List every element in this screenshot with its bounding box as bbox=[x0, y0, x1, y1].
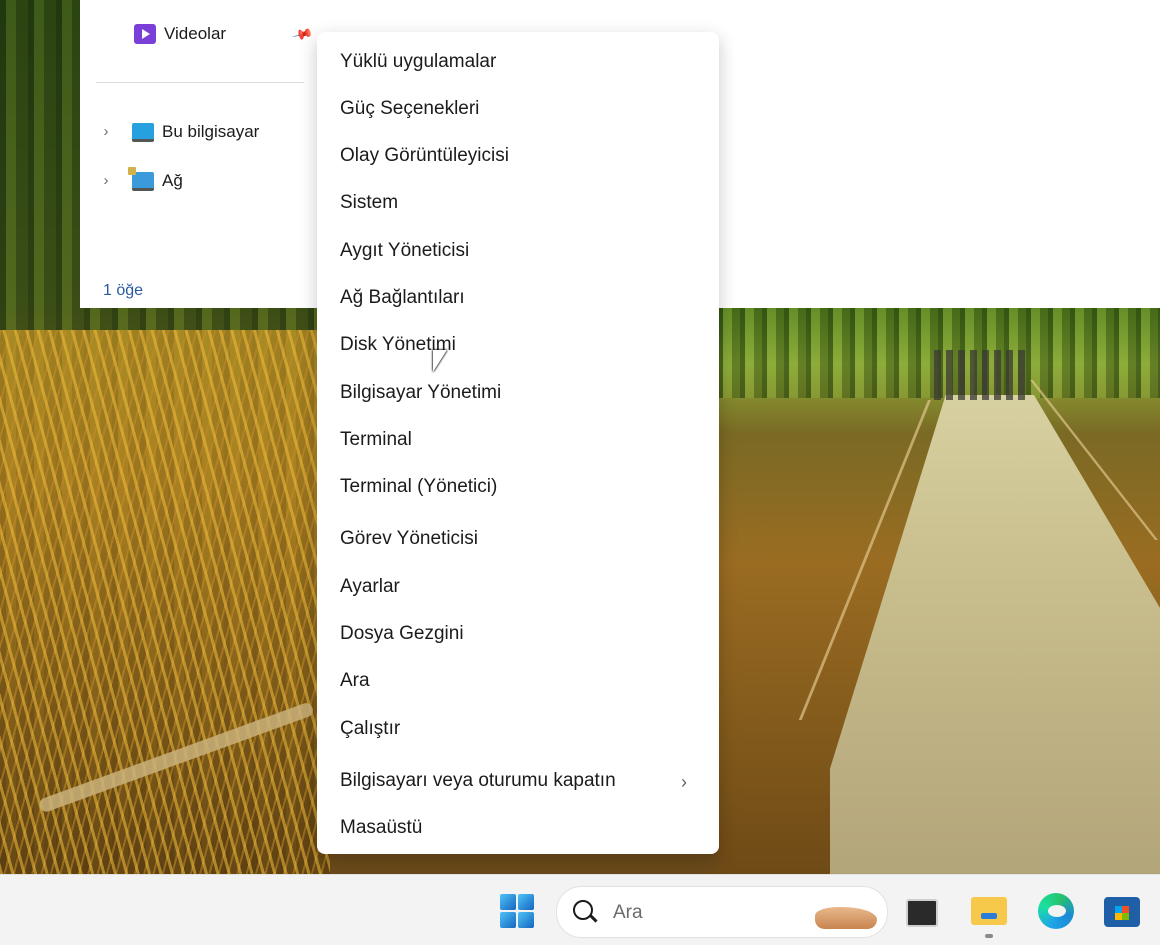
mouse-pointer-icon bbox=[433, 350, 447, 372]
start-icon-tile bbox=[518, 894, 534, 910]
terminal-taskbar-button[interactable] bbox=[904, 893, 940, 929]
terminal-icon bbox=[906, 899, 938, 927]
computer-icon bbox=[132, 123, 154, 142]
nav-item-this-pc[interactable]: Bu bilgisayar bbox=[132, 121, 259, 142]
menu-item-run[interactable]: Çalıştır bbox=[340, 717, 400, 741]
menu-item-search[interactable]: Ara bbox=[340, 669, 370, 693]
file-explorer-taskbar-button[interactable] bbox=[971, 893, 1007, 929]
menu-item-settings[interactable]: Ayarlar bbox=[340, 575, 400, 599]
start-icon-tile bbox=[500, 912, 516, 928]
menu-item-task-manager[interactable]: Görev Yöneticisi bbox=[340, 527, 478, 551]
search-highlight-icon bbox=[815, 907, 877, 929]
menu-item-desktop[interactable]: Masaüstü bbox=[340, 816, 422, 840]
start-icon-tile bbox=[518, 912, 534, 928]
running-indicator bbox=[985, 934, 993, 938]
nav-item-this-pc-label: Bu bilgisayar bbox=[162, 121, 260, 141]
menu-item-power-options[interactable]: Güç Seçenekleri bbox=[340, 97, 479, 121]
edge-icon bbox=[1038, 893, 1074, 929]
expand-network-chevron-icon[interactable]: › bbox=[98, 172, 114, 189]
menu-item-device-manager[interactable]: Aygıt Yöneticisi bbox=[340, 239, 469, 263]
menu-item-network-connections[interactable]: Ağ Bağlantıları bbox=[340, 286, 465, 310]
network-icon bbox=[128, 167, 154, 191]
nav-item-videos-label: Videolar bbox=[164, 24, 227, 43]
taskbar-search-box[interactable]: Ara bbox=[556, 886, 888, 938]
menu-item-terminal[interactable]: Terminal bbox=[340, 428, 412, 452]
start-button[interactable] bbox=[499, 893, 535, 929]
menu-item-system[interactable]: Sistem bbox=[340, 191, 398, 215]
nav-item-network-label: Ağ bbox=[162, 170, 183, 190]
wallpaper-grass bbox=[0, 330, 330, 874]
store-taskbar-button[interactable] bbox=[1104, 893, 1140, 929]
menu-item-computer-management[interactable]: Bilgisayar Yönetimi bbox=[340, 381, 501, 405]
context-menu: Yüklü uygulamalar Güç Seçenekleri Olay G… bbox=[317, 32, 719, 854]
wallpaper-people bbox=[934, 350, 1029, 400]
videos-icon bbox=[134, 24, 156, 44]
menu-item-installed-apps[interactable]: Yüklü uygulamalar bbox=[340, 50, 496, 74]
search-placeholder: Ara bbox=[613, 902, 643, 923]
edge-taskbar-button[interactable] bbox=[1038, 893, 1074, 929]
menu-item-file-explorer[interactable]: Dosya Gezgini bbox=[340, 622, 464, 646]
menu-item-shutdown-signout[interactable]: Bilgisayarı veya oturumu kapatın bbox=[340, 769, 616, 793]
start-icon-tile bbox=[500, 894, 516, 910]
menu-item-terminal-admin[interactable]: Terminal (Yönetici) bbox=[340, 475, 497, 499]
menu-item-event-viewer[interactable]: Olay Görüntüleyicisi bbox=[340, 144, 509, 168]
search-icon bbox=[573, 900, 593, 920]
status-bar-item-count: 1 öğe bbox=[103, 282, 144, 299]
pin-icon[interactable]: 📌 bbox=[291, 23, 314, 46]
nav-item-network[interactable]: Ağ bbox=[128, 167, 183, 191]
submenu-chevron-right-icon: › bbox=[681, 772, 687, 792]
nav-item-videos[interactable]: Videolar bbox=[134, 24, 226, 44]
expand-this-pc-chevron-icon[interactable]: › bbox=[98, 123, 114, 140]
nav-divider bbox=[96, 82, 304, 83]
store-icon bbox=[1104, 897, 1140, 927]
file-explorer-icon bbox=[971, 897, 1007, 925]
